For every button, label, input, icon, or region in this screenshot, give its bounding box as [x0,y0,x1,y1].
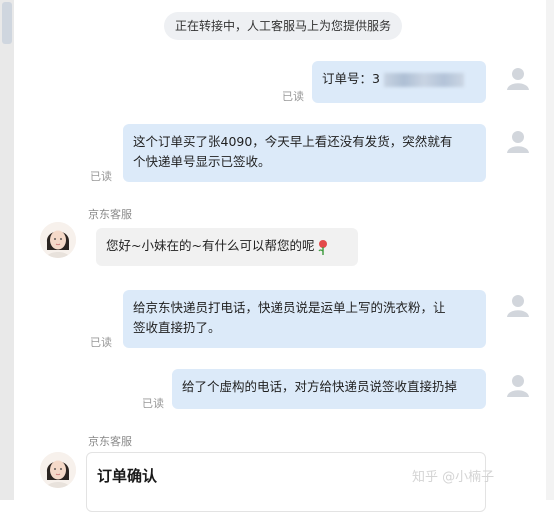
outgoing-message-issue: 这个订单买了张4090，今天早上看还没有发货，突然就有 个快递单号显示已签收。 [123,124,486,182]
greeting-text: 您好~小妹在的~有什么可以帮您的呢 [106,238,315,253]
outgoing-message-courier-call: 给京东快递员打电话，快递员说是运单上写的洗衣粉，让 签收直接扔了。 [123,290,486,348]
user-avatar-icon [505,65,531,91]
watermark: 知乎 @小楠子 [412,470,495,485]
card-title: 订单确认 [97,467,158,485]
left-scrollbar[interactable] [0,0,14,500]
right-edge [546,0,554,500]
user-avatar-icon [505,292,531,318]
order-number-partial: 3 [372,71,380,86]
system-transfer-message: 正在转接中，人工客服马上为您提供服务 [164,12,402,40]
agent-name: 京东客服 [88,208,132,221]
message-text: 给了个虚构的电话，对方给快递员说签收直接扔掉 [182,379,458,394]
scrollbar-thumb[interactable] [2,2,12,44]
message-line: 个快递单号显示已签收。 [133,154,271,169]
order-number-label: 订单号： [322,71,373,86]
read-status: 已读 [142,397,164,410]
read-status: 已读 [282,90,304,103]
agent-name: 京东客服 [88,435,132,448]
outgoing-message-order-number: 订单号：3 [312,61,486,103]
outgoing-message-fake-phone: 给了个虚构的电话，对方给快递员说签收直接扔掉 [172,369,486,409]
redacted-order-number [383,72,464,87]
message-line: 给京东快递员打电话，快递员说是运单上写的洗衣粉，让 [133,300,446,315]
agent-avatar [40,222,76,258]
message-line: 签收直接扔了。 [133,320,221,335]
rose-emoji-icon [318,239,328,255]
incoming-message-greeting: 您好~小妹在的~有什么可以帮您的呢 [96,228,358,266]
user-avatar-icon [505,128,531,154]
user-avatar-icon [505,372,531,398]
read-status: 已读 [90,336,112,349]
agent-avatar [40,452,76,488]
read-status: 已读 [90,170,112,183]
message-line: 这个订单买了张4090，今天早上看还没有发货，突然就有 [133,134,453,149]
